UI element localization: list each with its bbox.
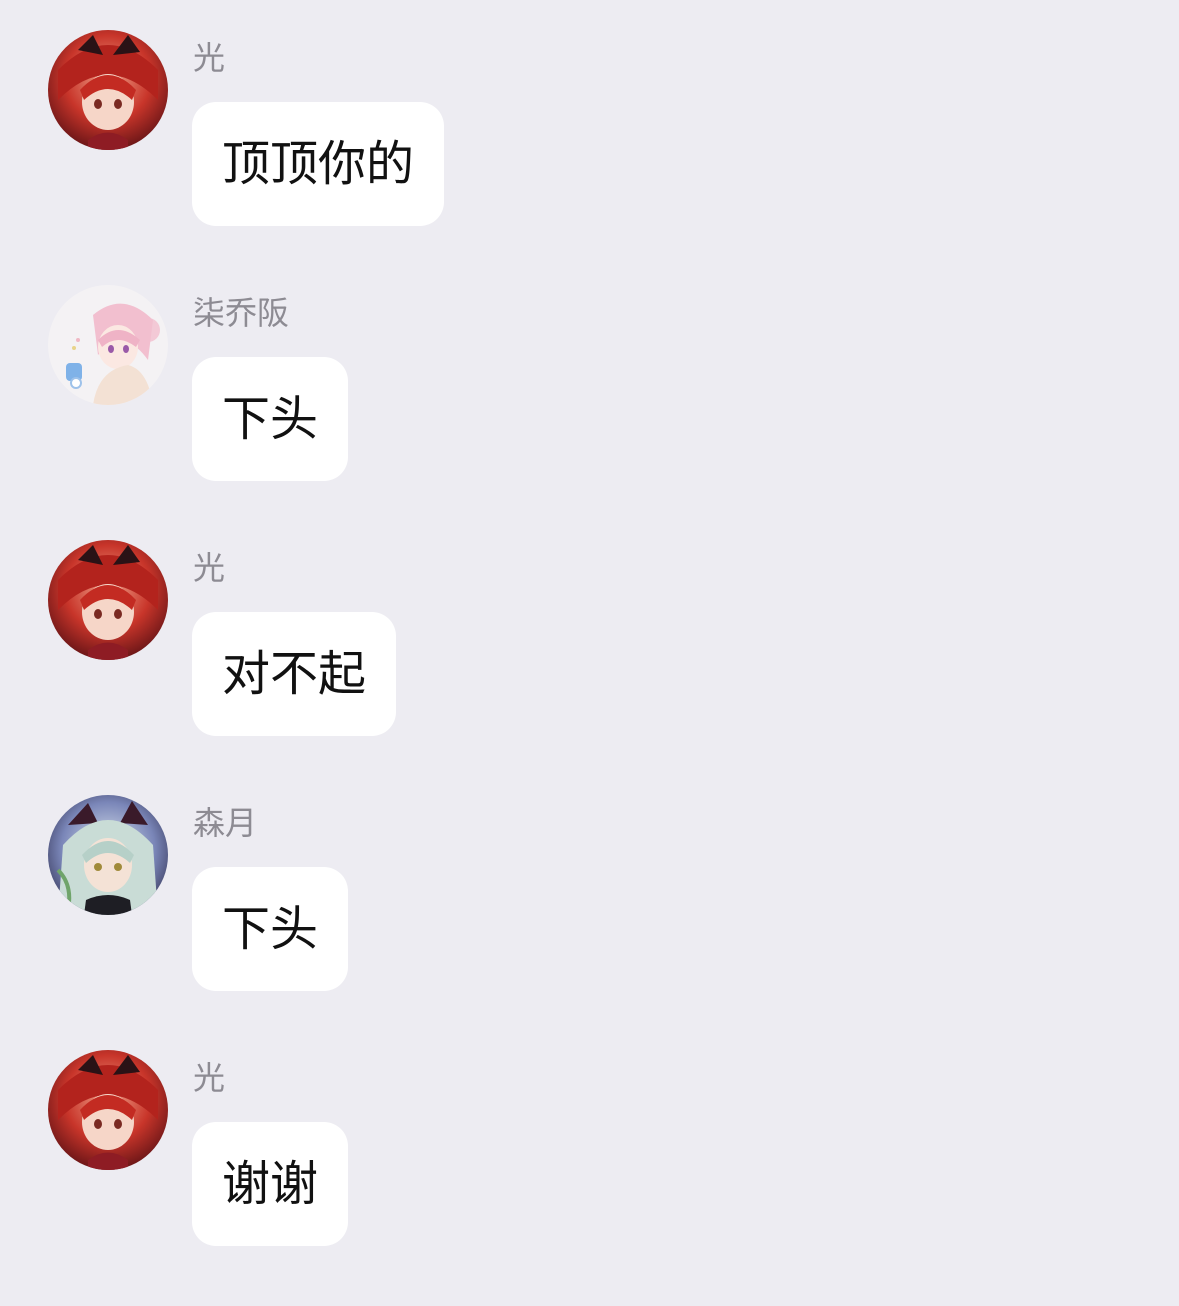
sender-name: 光: [193, 39, 226, 77]
silver-haired-anime-avatar-icon: [48, 795, 168, 915]
sender-name: 森月: [193, 804, 258, 842]
pink-haired-anime-avatar-icon: [48, 285, 168, 405]
sender-name: 光: [193, 1059, 226, 1097]
message-row: 光 谢谢: [0, 1020, 1179, 1250]
red-haired-anime-avatar-icon: [48, 1050, 168, 1170]
avatar[interactable]: [48, 1050, 168, 1170]
message-bubble[interactable]: 谢谢: [192, 1122, 349, 1246]
message-row: 森月 下头: [0, 765, 1179, 995]
message-row: 柒乔阪 下头: [0, 255, 1179, 485]
message-bubble[interactable]: 顶顶你的: [192, 102, 445, 226]
message-bubble[interactable]: 下头: [192, 357, 349, 481]
red-haired-anime-avatar-icon: [48, 30, 168, 150]
sender-name: 柒乔阪: [193, 294, 290, 332]
message-row: 光 对不起: [0, 510, 1179, 740]
chat-message-list[interactable]: 光 顶顶你的 柒乔阪 下头 光 对不起 森月 下头 光 谢谢: [0, 0, 1179, 1306]
avatar[interactable]: [48, 285, 168, 405]
message-row: 光 顶顶你的: [0, 0, 1179, 230]
avatar[interactable]: [48, 540, 168, 660]
avatar[interactable]: [48, 795, 168, 915]
avatar[interactable]: [48, 30, 168, 150]
red-haired-anime-avatar-icon: [48, 540, 168, 660]
message-bubble[interactable]: 下头: [192, 867, 349, 991]
message-bubble[interactable]: 对不起: [192, 612, 397, 736]
sender-name: 光: [193, 549, 226, 587]
